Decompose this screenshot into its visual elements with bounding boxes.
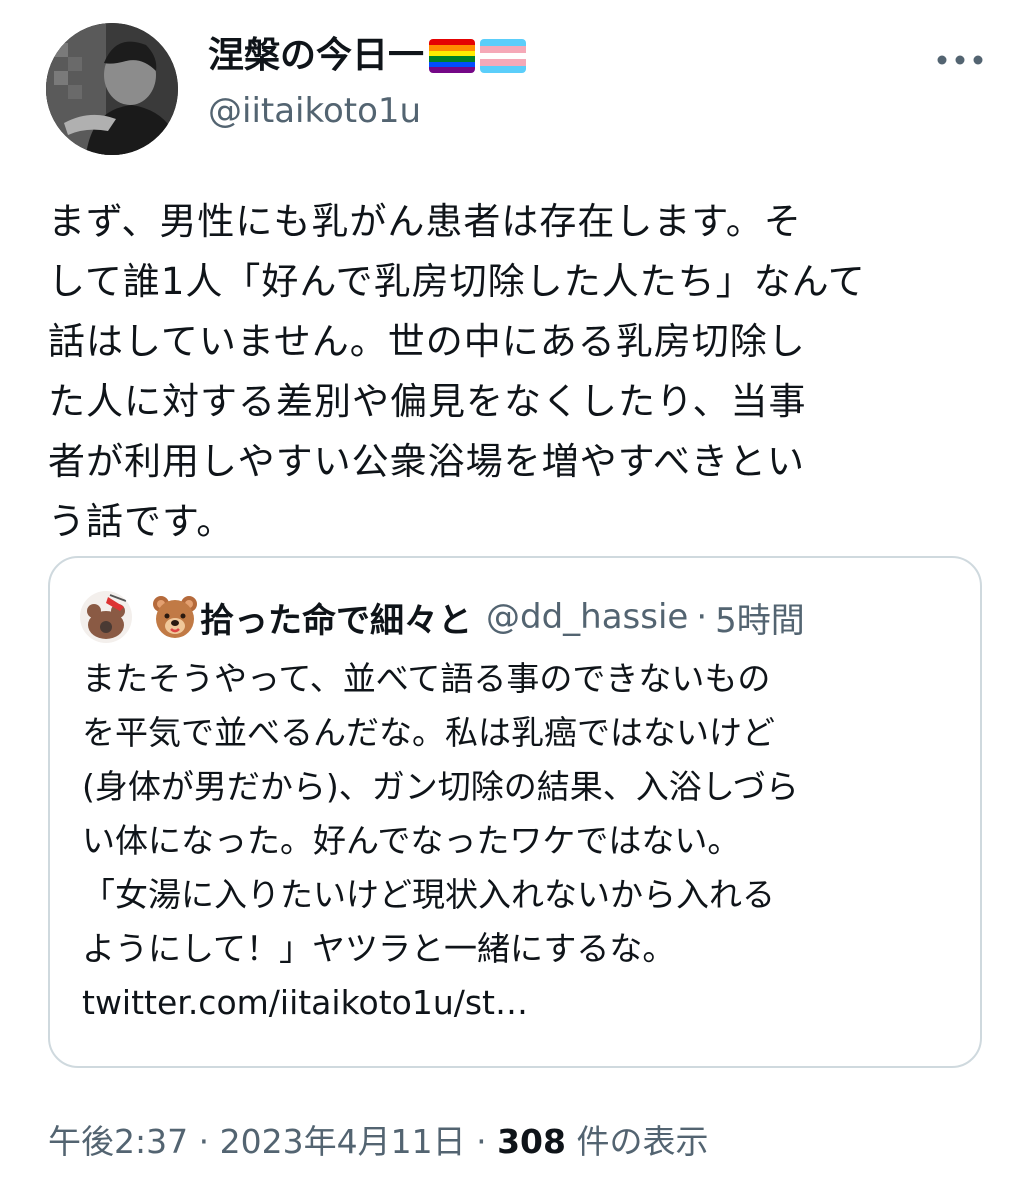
- profile-photo-icon: [46, 23, 178, 155]
- tweet-date[interactable]: 2023年4月11日: [220, 1122, 466, 1161]
- quote-link[interactable]: twitter.com/iitaikoto1u/st…: [82, 983, 528, 1022]
- quote-author-avatar-icon[interactable]: [80, 591, 132, 643]
- meta-separator-2: ·: [476, 1122, 487, 1161]
- more-options-button[interactable]: [932, 40, 988, 80]
- author-name-text: 涅槃の今日一: [208, 35, 425, 76]
- quoted-tweet-text: またそうやって、並べて語る事のできないもの を平気で並べるんだな。私は乳癌ではな…: [82, 652, 962, 1030]
- bear-face-emoji-icon: [152, 594, 198, 640]
- views-count[interactable]: 308: [497, 1122, 566, 1161]
- tweet-meta: 午後2:37 · 2023年4月11日 · 308 件の表示: [48, 1118, 708, 1166]
- transgender-flag-icon: [480, 39, 527, 73]
- quote-author-handle[interactable]: @dd_hassie: [486, 597, 688, 637]
- quoted-tweet-card[interactable]: 拾った命で細々と @dd_hassie · 5時間 またそうやって、並べて語る事…: [48, 556, 982, 1068]
- quote-separator: ·: [696, 597, 708, 637]
- quoted-tweet-header: 拾った命で細々と @dd_hassie · 5時間: [80, 591, 805, 643]
- rainbow-flag-icon: [429, 39, 476, 73]
- author-display-name[interactable]: 涅槃の今日一: [208, 32, 527, 80]
- quote-author-name[interactable]: 拾った命で細々と: [200, 593, 472, 642]
- meta-separator-1: ·: [198, 1122, 210, 1161]
- author-handle[interactable]: @iitaikoto1u: [208, 88, 421, 134]
- quote-body-text: またそうやって、並べて語る事のできないもの を平気で並べるんだな。私は乳癌ではな…: [82, 659, 799, 968]
- more-horizontal-icon: [937, 55, 983, 65]
- tweet-time[interactable]: 午後2:37: [48, 1122, 188, 1161]
- tweet-text: まず、男性にも乳がん患者は存在します。そ して誰1人「好んで乳房切除した人たち」…: [48, 200, 866, 543]
- quote-timestamp[interactable]: 5時間: [715, 593, 805, 642]
- views-label: 件の表示: [576, 1122, 709, 1161]
- author-avatar[interactable]: [46, 23, 178, 155]
